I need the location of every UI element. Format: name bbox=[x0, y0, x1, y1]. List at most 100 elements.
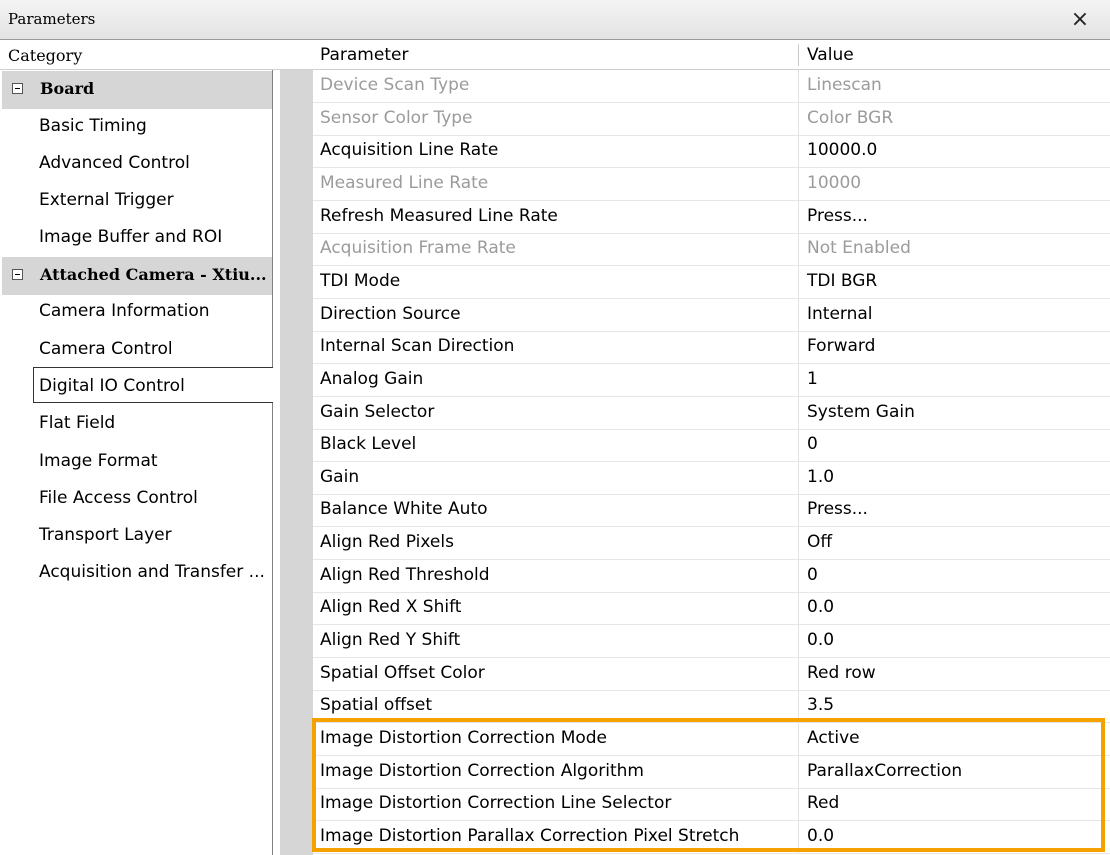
collapse-icon[interactable] bbox=[12, 83, 23, 94]
column-divider bbox=[798, 135, 799, 168]
parameter-value[interactable]: 0 bbox=[807, 565, 818, 585]
parameter-row[interactable]: Acquisition Frame Rate Not Enabled bbox=[313, 233, 1110, 267]
parameter-value[interactable]: Internal bbox=[807, 304, 873, 324]
category-item-acquisition-transfer[interactable]: Acquisition and Transfer ... bbox=[39, 562, 265, 582]
parameter-value: Linescan bbox=[807, 75, 882, 95]
parameter-row[interactable]: Internal Scan Direction Forward bbox=[313, 331, 1110, 365]
parameter-row[interactable]: Acquisition Line Rate 10000.0 bbox=[313, 135, 1110, 169]
parameter-value[interactable]: 0.0 bbox=[807, 826, 834, 846]
parameter-value[interactable]: 0 bbox=[807, 434, 818, 454]
category-item-digital-io-control[interactable]: Digital IO Control bbox=[39, 376, 185, 396]
column-headers: Category Parameter Value bbox=[0, 40, 1110, 70]
parameter-row[interactable]: Image Distortion Correction Mode Active bbox=[313, 723, 1110, 756]
parameter-grid: Device Scan Type Linescan Sensor Color Typ… bbox=[313, 70, 1110, 855]
parameter-row[interactable]: Analog Gain 1 bbox=[313, 363, 1110, 397]
parameter-row[interactable]: Image Distortion Correction Line Selecto… bbox=[313, 788, 1110, 822]
close-icon[interactable]: × bbox=[1068, 8, 1092, 32]
parameter-value[interactable]: Press... bbox=[807, 499, 868, 519]
parameter-name: Image Distortion Correction Mode bbox=[320, 728, 608, 748]
parameter-value[interactable]: System Gain bbox=[807, 402, 915, 422]
column-divider bbox=[798, 820, 799, 853]
parameter-value[interactable]: Forward bbox=[807, 336, 875, 356]
parameter-value[interactable]: Active bbox=[807, 728, 860, 748]
parameter-row[interactable]: Gain Selector System Gain bbox=[313, 396, 1110, 430]
parameter-row[interactable]: Device Scan Type Linescan bbox=[313, 70, 1110, 103]
parameter-name: Align Red Y Shift bbox=[320, 630, 461, 651]
parameter-value[interactable]: 1 bbox=[807, 369, 818, 389]
column-divider bbox=[798, 625, 799, 658]
column-divider bbox=[798, 298, 799, 331]
category-item-transport-layer[interactable]: Transport Layer bbox=[39, 525, 172, 545]
column-divider bbox=[798, 396, 799, 429]
parameter-value: 10000 bbox=[807, 172, 862, 193]
category-item-external-trigger[interactable]: External Trigger bbox=[39, 190, 174, 210]
category-group-attached-camera[interactable]: Attached Camera - Xtiu... bbox=[2, 257, 272, 295]
column-divider bbox=[798, 461, 799, 494]
category-item-basic-timing[interactable]: Basic Timing bbox=[39, 116, 147, 136]
column-divider bbox=[798, 494, 799, 527]
parameter-value[interactable]: 10000.0 bbox=[807, 140, 877, 160]
window-title: Parameters bbox=[8, 10, 96, 28]
parameter-row[interactable]: TDI Mode TDI BGR bbox=[313, 265, 1110, 299]
parameter-name: Internal Scan Direction bbox=[320, 336, 515, 357]
parameter-value[interactable]: Red bbox=[807, 793, 839, 813]
parameter-value[interactable]: Press... bbox=[807, 206, 868, 226]
category-item-image-buffer-roi[interactable]: Image Buffer and ROI bbox=[39, 227, 222, 247]
parameter-name: Spatial offset bbox=[320, 695, 433, 716]
parameter-row[interactable]: Refresh Measured Line Rate Press... bbox=[313, 200, 1110, 234]
column-divider bbox=[798, 233, 799, 266]
column-divider bbox=[798, 788, 799, 821]
category-item-camera-control[interactable]: Camera Control bbox=[39, 339, 173, 359]
column-divider bbox=[798, 70, 799, 102]
parameter-row[interactable]: Spatial offset 3.5 bbox=[313, 690, 1110, 724]
category-group-board[interactable]: Board bbox=[2, 71, 272, 109]
column-divider bbox=[798, 527, 799, 560]
parameter-row[interactable]: Align Red Y Shift 0.0 bbox=[313, 625, 1110, 659]
parameter-value[interactable]: Off bbox=[807, 532, 832, 552]
category-tree: Board Basic Timing Advanced Control Exte… bbox=[0, 70, 273, 855]
parameter-row[interactable]: Image Distortion Correction Algorithm Par… bbox=[313, 755, 1110, 789]
parameter-header[interactable]: Parameter bbox=[320, 45, 408, 65]
parameter-row[interactable]: Gain 1.0 bbox=[313, 461, 1110, 495]
category-item-flat-field[interactable]: Flat Field bbox=[39, 413, 115, 433]
header-divider[interactable] bbox=[798, 44, 799, 66]
parameter-value[interactable]: 1.0 bbox=[807, 467, 834, 487]
title-bar: Parameters × bbox=[0, 0, 1110, 40]
parameter-row[interactable]: Balance White Auto Press... bbox=[313, 494, 1110, 528]
parameter-row[interactable]: Sensor Color Type Color BGR bbox=[313, 102, 1110, 136]
parameter-name: Refresh Measured Line Rate bbox=[320, 205, 558, 226]
parameter-value: Color BGR bbox=[807, 107, 894, 128]
category-item-advanced-control[interactable]: Advanced Control bbox=[39, 153, 190, 173]
parameter-value[interactable]: 3.5 bbox=[807, 695, 834, 715]
row-gutter bbox=[280, 70, 313, 855]
parameter-value[interactable]: 0.0 bbox=[807, 630, 834, 650]
parameter-row[interactable]: Direction Source Internal bbox=[313, 298, 1110, 332]
parameter-name: Align Red X Shift bbox=[320, 597, 462, 618]
column-divider bbox=[798, 657, 799, 690]
parameter-row[interactable]: Spatial Offset Color Red row bbox=[313, 657, 1110, 691]
column-divider bbox=[798, 102, 799, 135]
parameter-name: Acquisition Frame Rate bbox=[320, 238, 516, 259]
category-group-label: Attached Camera - Xtiu... bbox=[40, 265, 267, 284]
category-item-image-format[interactable]: Image Format bbox=[39, 451, 158, 471]
parameter-value[interactable]: 0.0 bbox=[807, 597, 834, 617]
parameter-row[interactable]: Align Red X Shift 0.0 bbox=[313, 592, 1110, 626]
parameter-row[interactable]: Image Distortion Parallax Correction Pix… bbox=[313, 820, 1110, 854]
category-item-camera-information[interactable]: Camera Information bbox=[39, 301, 210, 321]
column-divider bbox=[798, 167, 799, 200]
parameter-name: TDI Mode bbox=[320, 270, 401, 291]
parameter-row[interactable]: Align Red Threshold 0 bbox=[313, 559, 1110, 593]
column-divider bbox=[798, 723, 799, 755]
parameter-row[interactable]: Black Level 0 bbox=[313, 429, 1110, 463]
parameter-name: Balance White Auto bbox=[320, 499, 488, 520]
parameter-value[interactable]: TDI BGR bbox=[807, 271, 877, 291]
category-item-file-access-control[interactable]: File Access Control bbox=[39, 488, 198, 508]
parameter-name: Black Level bbox=[320, 434, 417, 455]
value-header[interactable]: Value bbox=[807, 45, 854, 65]
parameter-value[interactable]: Red row bbox=[807, 663, 876, 683]
parameter-row[interactable]: Measured Line Rate 10000 bbox=[313, 167, 1110, 201]
parameter-name: Sensor Color Type bbox=[320, 107, 473, 128]
collapse-icon[interactable] bbox=[12, 269, 23, 280]
parameter-row[interactable]: Align Red Pixels Off bbox=[313, 527, 1110, 561]
parameter-value[interactable]: ParallaxCorrection bbox=[807, 761, 962, 781]
